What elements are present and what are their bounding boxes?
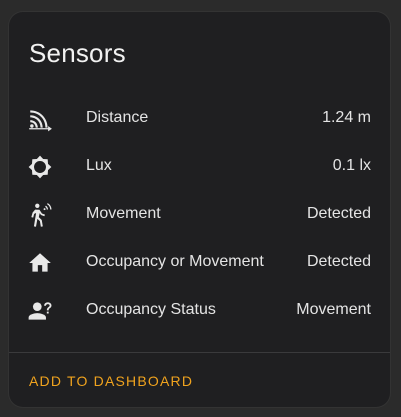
add-to-dashboard-button[interactable]: ADD TO DASHBOARD xyxy=(29,371,193,391)
sensors-card: Sensors Distance 1.24 m Lux 0.1 lx Movem… xyxy=(9,12,390,407)
sensor-value: Detected xyxy=(306,253,371,270)
sensor-label: Occupancy or Movement xyxy=(86,253,264,270)
sensor-value: 0.1 lx xyxy=(332,157,371,174)
signal-distance-icon xyxy=(27,106,53,132)
sensor-label: Movement xyxy=(86,205,161,222)
brightness-icon xyxy=(27,154,53,180)
sensor-value: 1.24 m xyxy=(322,109,371,126)
sensor-label: Occupancy Status xyxy=(86,301,216,318)
sensor-row-occupancy-status[interactable]: Occupancy Status Movement xyxy=(9,286,390,334)
account-question-icon xyxy=(27,298,53,324)
sensor-row-movement[interactable]: Movement Detected xyxy=(9,190,390,238)
sensor-list: Distance 1.24 m Lux 0.1 lx Movement Dete… xyxy=(9,94,390,334)
sensor-label: Lux xyxy=(86,157,112,174)
sensor-row-occupancy-or-movement[interactable]: Occupancy or Movement Detected xyxy=(9,238,390,286)
card-title: Sensors xyxy=(29,38,126,68)
sensor-value: Detected xyxy=(306,205,371,222)
sensor-row-distance[interactable]: Distance 1.24 m xyxy=(9,94,390,142)
motion-sensor-icon xyxy=(27,202,53,228)
home-icon xyxy=(27,250,53,276)
card-divider xyxy=(9,352,390,353)
sensor-label: Distance xyxy=(86,109,149,126)
sensor-row-lux[interactable]: Lux 0.1 lx xyxy=(9,142,390,190)
sensor-value: Movement xyxy=(296,301,371,318)
